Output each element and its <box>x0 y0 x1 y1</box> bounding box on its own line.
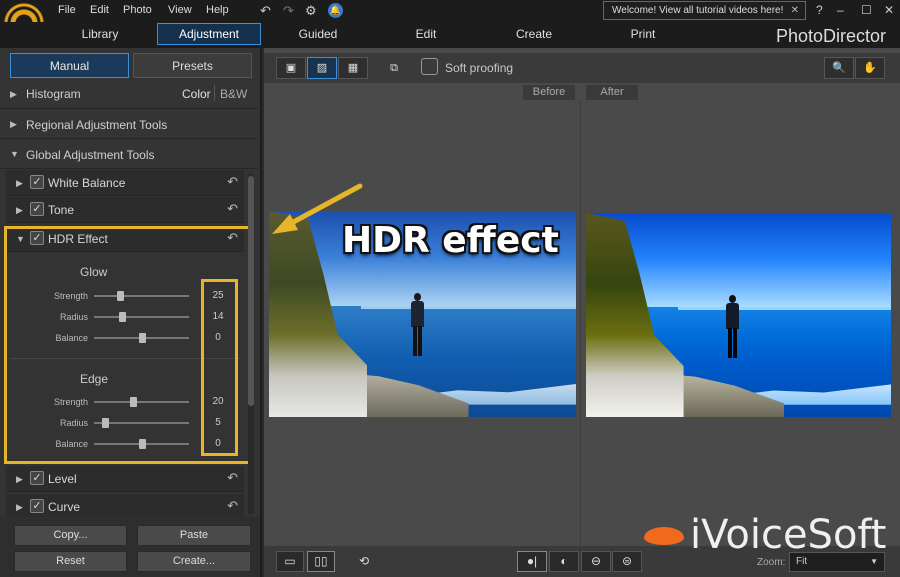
section-label: Histogram <box>26 87 81 101</box>
welcome-text: Welcome! View all tutorial videos here! <box>612 5 784 16</box>
grid-view-icon[interactable]: ▦ <box>338 57 368 79</box>
white-balance-checkbox[interactable]: ✓ <box>30 175 44 189</box>
compare-icon[interactable]: ⧉ <box>381 57 407 79</box>
soft-proofing-checkbox[interactable] <box>421 58 438 75</box>
curve-checkbox[interactable]: ✓ <box>30 499 44 513</box>
tool-level[interactable]: ▶ ✓ Level ↶ <box>6 466 244 492</box>
view-mode-2-icon[interactable]: ◐ <box>549 551 579 572</box>
tab-presets[interactable]: Presets <box>133 53 252 78</box>
view-mode-3-icon[interactable]: ⊖ <box>581 551 611 572</box>
tab-print[interactable]: Print <box>598 27 688 41</box>
reset-undo-icon[interactable]: ↶ <box>227 470 238 486</box>
help-button[interactable]: ? <box>816 3 823 17</box>
chevron-right-icon: ▶ <box>16 474 23 484</box>
chevron-right-icon: ▶ <box>16 502 23 512</box>
tool-label: Level <box>48 472 77 486</box>
brand-title: PhotoDirector <box>776 26 887 46</box>
tool-tone[interactable]: ▶ ✓ Tone ↶ <box>6 197 244 223</box>
tool-label: White Balance <box>48 176 126 190</box>
tab-adjustment[interactable]: Adjustment <box>157 23 261 45</box>
soft-proofing-label: Soft proofing <box>445 61 514 75</box>
reset-undo-icon[interactable]: ↶ <box>227 201 238 217</box>
zoom-value: Fit <box>796 556 808 567</box>
watermark-logo <box>644 527 684 545</box>
hand-tool-icon[interactable]: ✋ <box>855 57 885 79</box>
menu-help[interactable]: Help <box>206 4 229 16</box>
notification-bell-icon[interactable]: 🔔 <box>328 3 343 18</box>
split-divider[interactable] <box>580 100 581 546</box>
redo-icon[interactable]: ↷ <box>283 3 294 19</box>
reset-undo-icon[interactable]: ↶ <box>227 498 238 514</box>
tab-library[interactable]: Library <box>55 27 145 41</box>
chevron-right-icon: ▶ <box>16 205 23 215</box>
zoom-tool-icon[interactable]: 🔍 <box>824 57 854 79</box>
section-regional-tools[interactable]: ▶ Regional Adjustment Tools <box>0 110 258 139</box>
chevron-right-icon: ▶ <box>10 119 17 129</box>
tool-label: Curve <box>48 500 81 514</box>
bw-toggle[interactable]: B&W <box>220 87 247 101</box>
minimize-button[interactable]: – <box>837 3 844 17</box>
undo-icon[interactable]: ↶ <box>260 3 271 19</box>
color-toggle[interactable]: Color <box>182 87 211 101</box>
welcome-notification[interactable]: Welcome! View all tutorial videos here! … <box>603 1 806 20</box>
values-highlight-frame <box>201 279 238 456</box>
tab-create[interactable]: Create <box>489 27 579 41</box>
before-after-view-icon[interactable]: ▨ <box>307 57 337 79</box>
zoom-select[interactable]: Fit ▼ <box>789 552 885 572</box>
before-label: Before <box>523 85 575 100</box>
menu-view[interactable]: View <box>168 4 192 16</box>
menu-file[interactable]: File <box>58 4 76 16</box>
level-checkbox[interactable]: ✓ <box>30 471 44 485</box>
close-icon[interactable]: ✕ <box>791 2 799 19</box>
close-window-button[interactable]: ✕ <box>884 3 894 17</box>
zoom-label: Zoom: <box>757 557 786 568</box>
section-label: Global Adjustment Tools <box>26 148 155 162</box>
maximize-button[interactable]: ☐ <box>861 3 872 17</box>
chevron-right-icon: ▶ <box>16 178 23 188</box>
menu-edit[interactable]: Edit <box>90 4 109 16</box>
create-preset-button[interactable]: Create... <box>137 551 251 572</box>
section-label: Regional Adjustment Tools <box>26 118 168 132</box>
reset-button[interactable]: Reset <box>14 551 127 572</box>
chevron-down-icon: ▼ <box>10 149 19 159</box>
tab-manual[interactable]: Manual <box>10 53 129 78</box>
menu-photo[interactable]: Photo <box>123 4 152 16</box>
tool-white-balance[interactable]: ▶ ✓ White Balance ↶ <box>6 170 244 196</box>
single-frame-icon[interactable]: ▭ <box>276 551 304 572</box>
tab-edit[interactable]: Edit <box>381 27 471 41</box>
view-mode-4-icon[interactable]: ⊜ <box>612 551 642 572</box>
after-label: After <box>586 85 638 100</box>
section-histogram[interactable]: ▶ Histogram Color B&W <box>0 80 258 109</box>
section-global-tools[interactable]: ▼ Global Adjustment Tools <box>0 140 258 169</box>
after-photo <box>586 213 891 417</box>
reset-undo-icon[interactable]: ↶ <box>227 174 238 190</box>
copy-button[interactable]: Copy... <box>14 525 127 546</box>
settings-gear-icon[interactable]: ⚙ <box>305 3 317 19</box>
hdr-effect-caption: HDR effect <box>342 220 559 261</box>
view-mode-1-icon[interactable]: ●| <box>517 551 547 572</box>
tone-checkbox[interactable]: ✓ <box>30 202 44 216</box>
chevron-right-icon: ▶ <box>10 89 17 99</box>
tool-label: Tone <box>48 203 75 217</box>
toggle-divider <box>214 85 215 101</box>
paste-button[interactable]: Paste <box>137 525 251 546</box>
tab-guided[interactable]: Guided <box>273 27 363 41</box>
single-view-icon[interactable]: ▣ <box>276 57 306 79</box>
chevron-down-icon: ▼ <box>870 557 878 566</box>
rotate-icon[interactable]: ⟲ <box>352 551 376 572</box>
dual-frame-icon[interactable]: ▯▯ <box>307 551 335 572</box>
scrollbar-thumb[interactable] <box>248 176 254 406</box>
